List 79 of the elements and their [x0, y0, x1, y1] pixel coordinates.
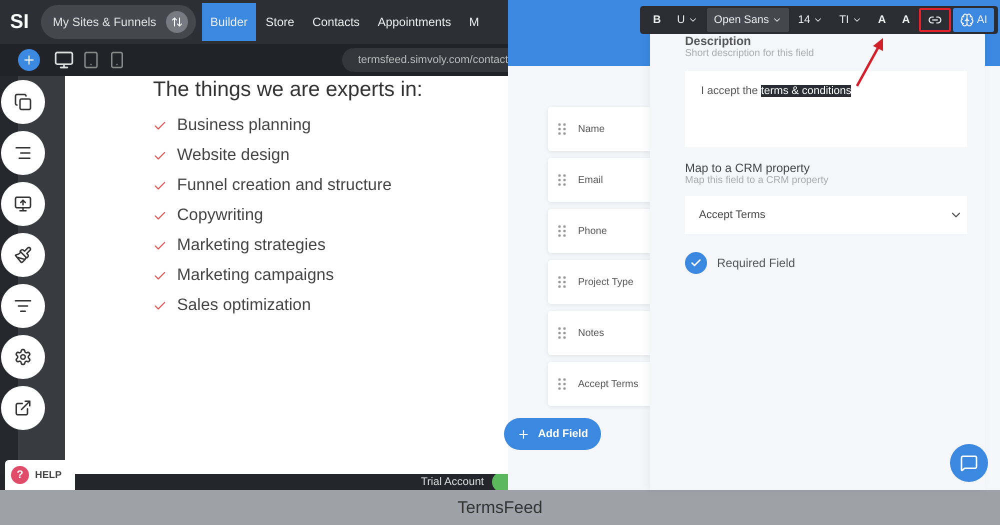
- sidebar-button[interactable]: [0, 284, 44, 328]
- field-card[interactable]: Email: [548, 158, 650, 202]
- list-item: Sales optimization: [177, 296, 311, 315]
- format-dropdown[interactable]: U: [670, 8, 705, 32]
- field-card[interactable]: Accept Terms: [548, 362, 650, 406]
- screen-icon: [14, 195, 32, 213]
- drag-handle-icon: [558, 174, 566, 186]
- filter-icon: [14, 297, 32, 315]
- brain-icon: [960, 13, 974, 27]
- sidebar-button[interactable]: [0, 131, 44, 175]
- field-label: Name: [578, 124, 605, 134]
- list-item: Copywriting: [177, 206, 264, 225]
- format-button[interactable]: B: [646, 8, 668, 32]
- panel-subtitle: Short description for this field: [685, 48, 815, 59]
- sidebar-button[interactable]: [0, 386, 44, 430]
- list-item: Website design: [177, 146, 290, 165]
- sidebar-button[interactable]: [0, 182, 44, 226]
- format-dropdown[interactable]: TI: [832, 8, 869, 32]
- nav-tab[interactable]: M: [461, 3, 488, 41]
- pointer-arrow: [856, 38, 883, 87]
- drag-handle-icon: [558, 327, 566, 339]
- field-card[interactable]: Notes: [548, 311, 650, 355]
- settings-icon: [14, 348, 32, 366]
- site-switcher[interactable]: My Sites & Funnels: [40, 5, 196, 39]
- panel-title: Description: [685, 34, 752, 48]
- format-button[interactable]: A: [894, 8, 917, 32]
- sidebar-button[interactable]: [0, 80, 44, 124]
- add-button[interactable]: [18, 49, 40, 71]
- drag-handle-icon: [558, 225, 566, 237]
- list-icon: [14, 144, 32, 162]
- format-dropdown[interactable]: Open Sans: [706, 8, 789, 32]
- add-field-button[interactable]: Add Field: [504, 418, 601, 450]
- crm-subtitle: Map this field to a CRM property: [685, 175, 830, 186]
- list-item: Marketing strategies: [177, 236, 326, 255]
- nav-tab[interactable]: Contacts: [304, 3, 368, 41]
- sidebar-button[interactable]: [0, 335, 44, 379]
- drag-handle-icon: [558, 123, 566, 135]
- drag-handle-icon: [558, 276, 566, 288]
- crm-title: Map to a CRM property: [685, 161, 811, 175]
- field-label: Notes: [578, 328, 604, 338]
- field-card[interactable]: Name: [548, 107, 650, 151]
- plus-icon: [516, 428, 530, 440]
- copy-icon: [14, 93, 32, 111]
- brush-icon: [14, 246, 32, 264]
- phone-icon[interactable]: [108, 51, 126, 69]
- required-checkbox[interactable]: [685, 252, 707, 274]
- chat-icon: [960, 454, 978, 472]
- description-field[interactable]: I accept the terms & conditions: [685, 71, 967, 147]
- sidebar-button[interactable]: [0, 233, 44, 277]
- section-heading: The things we are experts in:: [153, 78, 424, 102]
- logo: SI: [10, 10, 29, 34]
- plus-icon: [22, 53, 36, 67]
- nav-tab[interactable]: Appointments: [370, 3, 460, 41]
- link-button[interactable]: [918, 8, 951, 32]
- check-icon: [690, 257, 702, 269]
- drag-handle-icon: [558, 378, 566, 390]
- format-button[interactable]: A: [870, 8, 893, 32]
- list-item: Funnel creation and structure: [177, 176, 392, 195]
- list-item: Business planning: [177, 116, 311, 135]
- field-label: Email: [578, 174, 604, 186]
- crm-select[interactable]: Accept Terms: [685, 196, 967, 234]
- field-label: Phone: [578, 226, 607, 236]
- field-card[interactable]: Phone: [548, 209, 650, 253]
- field-card[interactable]: Project Type: [548, 260, 650, 304]
- tablet-icon[interactable]: [82, 51, 100, 69]
- swap-icon: [166, 11, 188, 33]
- url-field[interactable]: termsfeed.simvoly.com/contact: [342, 48, 508, 72]
- question-icon: ?: [11, 466, 29, 484]
- nav-tab[interactable]: Store: [258, 3, 302, 41]
- required-label: Required Field: [717, 256, 796, 270]
- field-label: Project Type: [578, 276, 634, 288]
- external-link-icon: [14, 399, 32, 417]
- help-button[interactable]: ? HELP: [5, 460, 75, 490]
- account-label: Trial Account: [420, 476, 484, 488]
- field-label: Accept Terms: [578, 378, 638, 390]
- list-item: Marketing campaigns: [177, 266, 334, 285]
- caption-text: TermsFeed: [457, 498, 543, 518]
- desktop-icon[interactable]: [54, 50, 74, 70]
- format-dropdown[interactable]: 14: [790, 8, 830, 32]
